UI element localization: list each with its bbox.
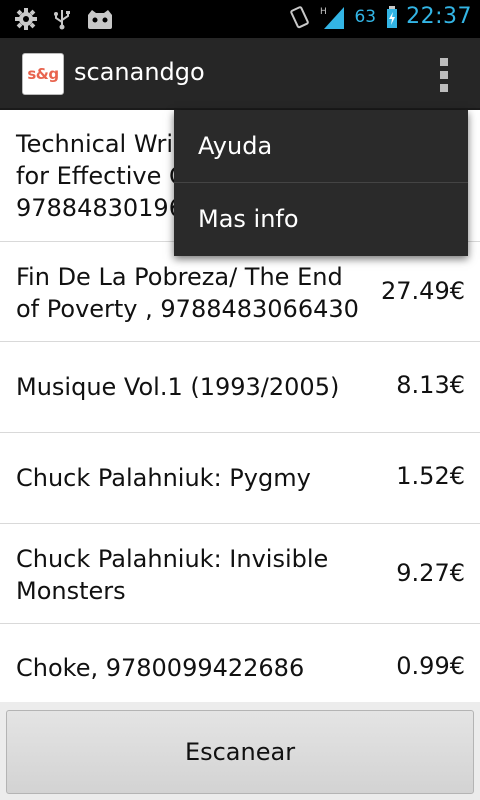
product-price: 27.49€: [381, 277, 465, 305]
overflow-menu: Ayuda Mas info: [174, 110, 468, 256]
scan-button[interactable]: Escanear: [6, 710, 474, 794]
battery-icon: [387, 5, 398, 28]
product-title: Musique Vol.1 (1993/2005): [16, 373, 340, 401]
bottom-bar: Escanear: [0, 702, 480, 800]
usb-icon: [54, 10, 70, 30]
menu-item-mas-info[interactable]: Mas info: [174, 183, 468, 255]
product-title: Choke, 9780099422686: [16, 654, 305, 682]
menu-item-ayuda[interactable]: Ayuda: [174, 110, 468, 182]
product-title-line: Fin De La Pobreza/ The End: [16, 263, 343, 291]
product-price: 0.99€: [396, 652, 465, 680]
overflow-menu-button[interactable]: [436, 58, 452, 92]
list-item[interactable]: Chuck Palahniuk: Pygmy 1.52€: [0, 433, 480, 524]
vibrate-icon: [290, 5, 310, 28]
status-bar: H 63 22:37: [0, 0, 480, 38]
product-price: 8.13€: [396, 371, 465, 399]
product-title-line: of Poverty , 9788483066430: [16, 295, 359, 323]
overflow-dot-icon: [440, 84, 448, 92]
product-title-line: Chuck Palahniuk: Invisible: [16, 545, 329, 573]
product-title: Fin De La Pobreza/ The End of Poverty , …: [16, 261, 360, 325]
signal-icon: H: [320, 6, 345, 29]
list-item[interactable]: Fin De La Pobreza/ The End of Poverty , …: [0, 242, 480, 342]
list-item[interactable]: Choke, 9780099422686 0.99€: [0, 624, 480, 703]
product-title: Chuck Palahniuk: Pygmy: [16, 464, 311, 492]
settings-icon: [15, 8, 37, 30]
product-price: 1.52€: [396, 462, 465, 490]
battery-percent: 63: [354, 6, 377, 27]
app-title: scanandgo: [74, 58, 205, 86]
action-bar: s&g scanandgo: [0, 38, 480, 110]
app-logo[interactable]: s&g: [22, 53, 64, 95]
android-debug-icon: [88, 10, 112, 29]
list-item[interactable]: Chuck Palahniuk: Invisible Monsters 9.27…: [0, 524, 480, 624]
app-logo-text: s&g: [27, 65, 59, 83]
svg-text:H: H: [320, 7, 327, 17]
product-title: Chuck Palahniuk: Invisible Monsters: [16, 543, 350, 607]
overflow-dot-icon: [440, 71, 448, 79]
product-price: 9.27€: [396, 559, 465, 587]
product-title-line: Monsters: [16, 577, 126, 605]
clock: 22:37: [406, 4, 472, 29]
list-item[interactable]: Musique Vol.1 (1993/2005) 8.13€: [0, 342, 480, 433]
overflow-dot-icon: [440, 58, 448, 66]
